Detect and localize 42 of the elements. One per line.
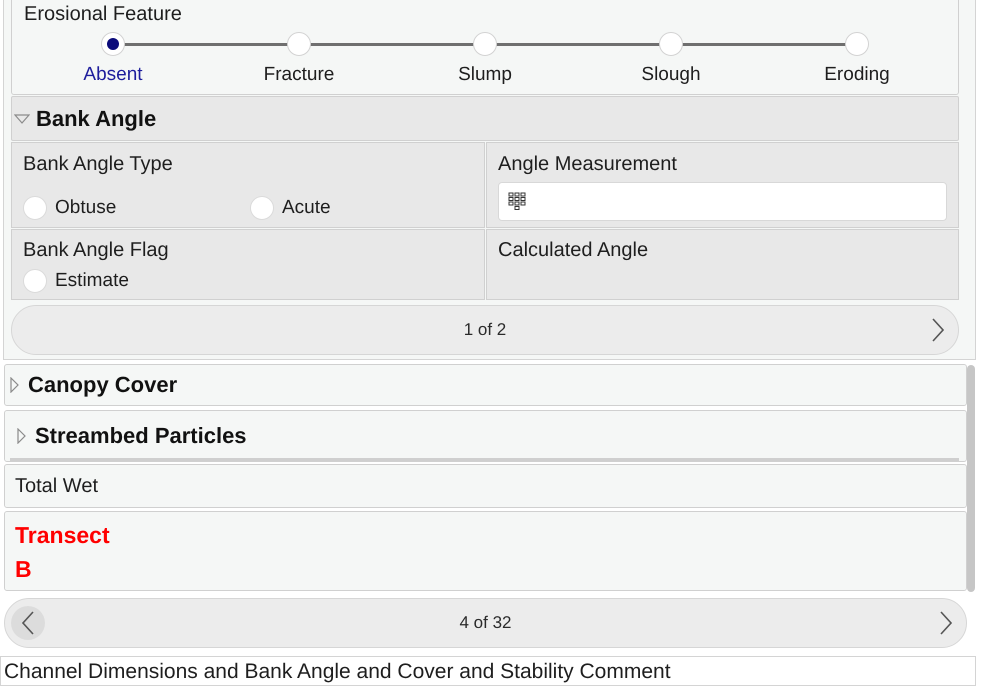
checkbox-option[interactable]: Estimate bbox=[23, 269, 250, 294]
checkbox[interactable] bbox=[23, 269, 47, 294]
section-header[interactable]: Canopy Cover bbox=[5, 365, 966, 405]
scrollbar-thumb[interactable] bbox=[967, 365, 975, 592]
radio-option[interactable]: Obtuse bbox=[23, 196, 250, 220]
step-radio[interactable] bbox=[287, 32, 311, 56]
step-radio[interactable] bbox=[101, 32, 125, 56]
page-counter: 4 of 32 bbox=[458, 612, 512, 634]
caret-right-icon bbox=[17, 428, 26, 444]
keypad-icon bbox=[508, 192, 526, 212]
caret-down-icon bbox=[14, 114, 30, 124]
field-label: Total Wet bbox=[15, 474, 99, 498]
next-button[interactable] bbox=[932, 318, 944, 342]
field-label: Bank Angle Flag bbox=[23, 238, 170, 262]
chevron-left-icon bbox=[22, 611, 34, 635]
field-label: Channel Dimensions and Bank Angle and Cover and Stability Comment bbox=[4, 660, 672, 684]
chevron-right-icon bbox=[940, 611, 952, 635]
step-label: Eroding bbox=[824, 64, 890, 86]
field-label: Calculated Angle bbox=[498, 238, 650, 262]
radio-button[interactable] bbox=[250, 196, 274, 220]
field-label: Erosional Feature bbox=[24, 2, 183, 26]
step-radio[interactable] bbox=[845, 32, 869, 56]
field-label: Bank Angle Type bbox=[23, 152, 174, 176]
radio-button[interactable] bbox=[23, 196, 47, 220]
page-counter: 1 of 2 bbox=[462, 319, 508, 342]
transect-label: Transect bbox=[15, 521, 111, 550]
step-label: Slough bbox=[641, 64, 701, 86]
transect-label: B bbox=[15, 555, 33, 584]
step-radio[interactable] bbox=[473, 32, 497, 56]
section-header[interactable]: Bank Angle bbox=[11, 96, 959, 142]
chevron-right-icon bbox=[932, 318, 944, 342]
input-field[interactable] bbox=[498, 182, 947, 222]
previous-button[interactable] bbox=[11, 606, 45, 640]
caret-right-icon bbox=[10, 377, 19, 393]
field-label: Angle Measurement bbox=[498, 152, 678, 176]
step-label: Absent bbox=[83, 64, 143, 86]
radio-option[interactable]: Acute bbox=[250, 196, 477, 220]
step-label: Slump bbox=[458, 64, 512, 86]
step-radio[interactable] bbox=[659, 32, 683, 56]
step-label: Fracture bbox=[264, 64, 334, 86]
section-header[interactable]: Streambed Particles bbox=[10, 411, 959, 461]
next-button[interactable] bbox=[940, 611, 952, 635]
